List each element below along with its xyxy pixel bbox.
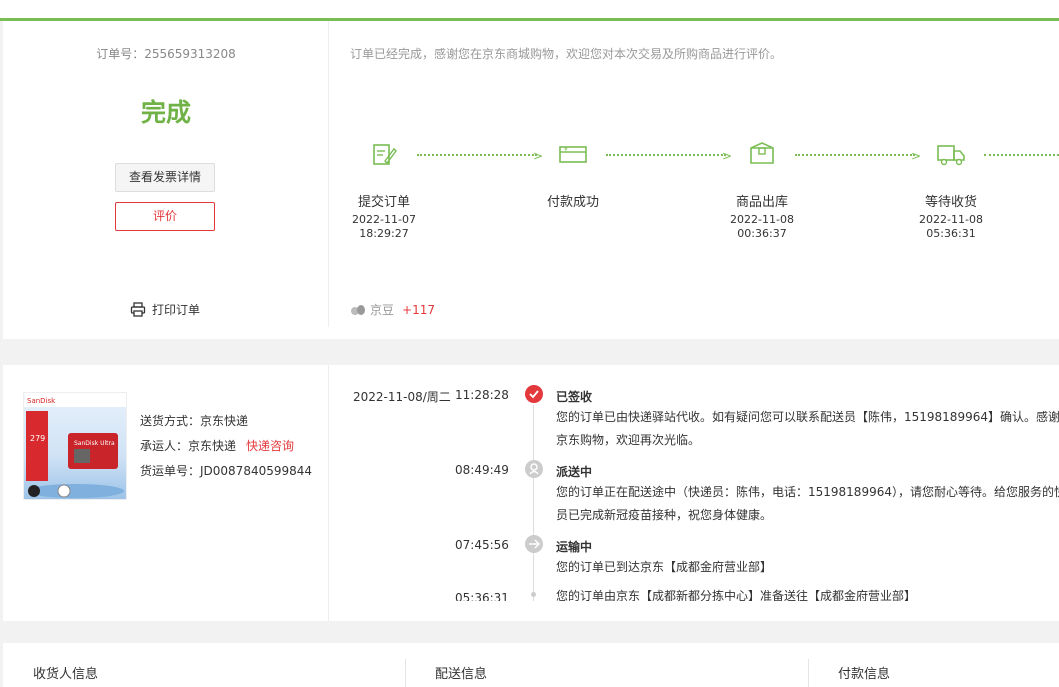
- event-time: 05:36:31: [455, 591, 509, 601]
- shipping-summary: SanDisk 279 SanDisk Ultra 送货方式：京东快递 承运人：…: [3, 365, 329, 621]
- svg-text:¥: ¥: [564, 146, 568, 153]
- finish-message: 订单已经完成，感谢您在京东商城购物，欢迎您对本次交易及所购商品进行评价。: [350, 47, 783, 61]
- step-date: 2022-11-07: [352, 213, 416, 226]
- step-time: 05:36:31: [926, 227, 976, 240]
- shipping-details: 送货方式：京东快递 承运人：京东快递 快递咨询 货运单号：JD0087840599…: [140, 409, 312, 484]
- event-desc-line: 员已完成新冠疫苗接种，祝您身体健康。: [556, 508, 773, 522]
- receiver-info-header: 收货人信息: [33, 667, 99, 682]
- transit-icon: [525, 535, 543, 553]
- product-image-label: SanDisk Ultra: [74, 440, 115, 447]
- product-image[interactable]: SanDisk 279 SanDisk Ultra: [23, 392, 127, 500]
- courier-consult-link[interactable]: 快递咨询: [246, 439, 294, 453]
- step-await-delivery: 等待收货 2022-11-08 05:36:31: [896, 141, 1006, 241]
- bean-label: 京豆: [370, 303, 395, 317]
- printer-icon: [130, 302, 146, 317]
- jd-bean-reward: 京豆 +117: [350, 301, 435, 318]
- step-payment: ¥ 付款成功: [518, 141, 628, 213]
- step-warehouse-out: 商品出库 2022-11-08 00:36:37: [707, 141, 817, 241]
- event-description: 您的订单已由快递驿站代收。如有疑问您可以联系配送员【陈伟，15198189964…: [556, 406, 1059, 452]
- check-icon: [525, 385, 543, 403]
- order-number: 订单号：255659313208: [96, 47, 236, 61]
- edit-order-icon: [373, 144, 397, 165]
- step-name: 提交订单: [357, 195, 410, 210]
- step-submit-order: 提交订单 2022-11-07 18:29:27: [329, 141, 439, 241]
- payment-info-header: 付款信息: [838, 667, 891, 682]
- event-desc-line: 京东购物，欢迎再次光临。: [556, 433, 701, 447]
- tracking-number: 货运单号：JD0087840599844: [140, 464, 313, 478]
- delivery-info-header: 配送信息: [435, 667, 488, 682]
- top-nav-strip: [0, 0, 1059, 18]
- event-description: 您的订单正在配送途中（快递员：陈伟，电话：15198189964），请您耐心等待…: [556, 481, 1059, 527]
- event-description: 您的订单由京东【成都新都分拣中心】准备送往【成都金府营业部】: [556, 585, 1059, 601]
- event-title: 已签收: [556, 390, 593, 404]
- step-date: 2022-11-08: [919, 213, 983, 226]
- carrier-row: 承运人：京东快递 快递咨询: [140, 434, 312, 459]
- bean-value: +117: [402, 302, 435, 317]
- payment-icon: ¥: [559, 146, 587, 163]
- event-time: 07:45:56: [455, 538, 509, 552]
- event-description: 您的订单已到达京东【成都金府营业部】: [556, 556, 1059, 579]
- svg-text:SanDisk: SanDisk: [27, 397, 56, 405]
- shipping-panel: SanDisk 279 SanDisk Ultra 送货方式：京东快递 承运人：…: [3, 365, 1059, 621]
- event-title: 运输中: [556, 540, 593, 554]
- step-time: 18:29:27: [359, 227, 409, 240]
- zigzag-edge: [3, 336, 1059, 344]
- event-desc-line: 您的订单由京东【成都新都分拣中心】准备送往【成都金府营业部】: [556, 589, 917, 601]
- event-time: 08:49:49: [455, 463, 509, 477]
- order-status-panel: 订单号：255659313208 完成 查看发票详情 评价 打印订单 订单已经完…: [3, 21, 1059, 339]
- print-order-label: 打印订单: [152, 303, 201, 317]
- order-info-panel: 收货人信息 配送信息 付款信息: [3, 643, 1059, 687]
- tracking-timeline[interactable]: 2022-11-08/周二 11:28:28 已签收 您的订单已由快递驿站代收。…: [330, 365, 1059, 601]
- timeline-line: [533, 405, 534, 601]
- svg-text:279: 279: [30, 434, 45, 443]
- truck-icon: [937, 145, 965, 166]
- step-date: 2022-11-08: [730, 213, 794, 226]
- progress-dots: [984, 154, 1059, 156]
- delivery-method: 送货方式：京东快递: [140, 414, 249, 428]
- step-name: 等待收货: [924, 195, 977, 210]
- timeline-dot: [531, 592, 536, 597]
- order-progress: 订单已经完成，感谢您在京东商城购物，欢迎您对本次交易及所购商品进行评价。 提交订…: [330, 21, 1059, 327]
- print-order-link[interactable]: 打印订单: [130, 301, 200, 318]
- step-name: 商品出库: [735, 195, 788, 210]
- package-icon: [750, 142, 774, 164]
- view-invoice-button[interactable]: 查看发票详情: [115, 163, 215, 192]
- event-desc-line: 您的订单已由快递驿站代收。如有疑问您可以联系配送员【陈伟，15198189964…: [556, 410, 1059, 424]
- event-desc-line: 您的订单已到达京东【成都金府营业部】: [556, 560, 773, 574]
- courier-icon: [525, 460, 543, 478]
- order-summary: 订单号：255659313208 完成 查看发票详情 评价 打印订单: [3, 21, 329, 327]
- event-time: 11:28:28: [455, 388, 509, 402]
- carrier: 承运人：京东快递: [140, 439, 237, 453]
- info-divider: [808, 659, 809, 687]
- sandisk-card-image: SanDisk 279 SanDisk Ultra: [24, 393, 126, 498]
- step-time: 00:36:37: [737, 227, 787, 240]
- order-status-text: 完成: [140, 98, 191, 127]
- event-title: 派送中: [556, 465, 593, 479]
- info-divider: [405, 659, 406, 687]
- step-name: 付款成功: [546, 195, 599, 210]
- tracking-date: 2022-11-08/周二: [353, 390, 451, 404]
- bean-icon: [351, 304, 365, 315]
- event-desc-line: 您的订单正在配送途中（快递员：陈伟，电话：15198189964），请您耐心等待…: [556, 485, 1059, 499]
- review-button[interactable]: 评价: [115, 202, 215, 231]
